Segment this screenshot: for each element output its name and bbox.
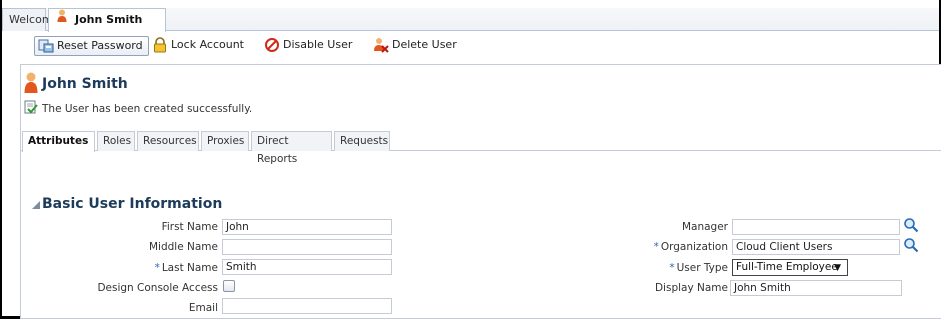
user-type-select[interactable]: Full-Time Employee ▼ [732,259,848,276]
success-message: The User has been created successfully. [42,103,253,115]
last-name-label-wrap: * Last Name [155,262,218,274]
tab-john-smith[interactable]: John Smith [48,8,166,32]
reset-password-label: Reset Password [57,39,143,52]
required-marker: * [653,241,659,253]
manager-label: Manager [681,221,728,233]
middle-name-field[interactable] [222,239,392,255]
tab-attributes[interactable]: Attributes [22,131,95,152]
section-title: Basic User Information [42,196,223,212]
last-name-label: Last Name [161,262,218,274]
lock-icon [152,37,168,53]
middle-name-label: Middle Name [149,241,218,253]
success-icon [24,100,38,117]
email-label: Email [188,302,218,314]
design-console-checkbox[interactable] [223,280,235,292]
display-name-field[interactable]: John Smith [730,280,902,296]
manager-search-icon[interactable] [903,217,919,233]
required-marker: * [154,262,160,274]
organization-search-icon[interactable] [903,237,919,253]
top-tab-strip: Welcome John Smith [2,8,939,32]
tab-proxies-label: Proxies [207,135,245,147]
delete-user-icon [373,37,389,53]
delete-user-label: Delete User [392,38,457,51]
lock-account-label: Lock Account [171,38,244,51]
first-name-label: First Name [161,221,218,233]
design-console-label: Design Console Access [97,282,218,294]
organization-field[interactable]: Cloud Client Users [732,239,900,255]
user-type-label: User Type [676,262,728,274]
tab-attributes-label: Attributes [28,135,89,147]
first-name-field[interactable]: John [222,219,392,235]
tab-welcome[interactable]: Welcome [2,8,59,31]
tab-john-smith-label: John Smith [75,13,143,26]
tab-direct-reports-label: Direct Reports [257,135,298,165]
tab-roles[interactable]: Roles [97,131,135,151]
user-type-label-wrap: * User Type [669,262,728,274]
email-field[interactable] [222,298,392,314]
tab-requests[interactable]: Requests [334,131,390,151]
disable-user-label: Disable User [283,38,353,51]
lock-account-button[interactable]: Lock Account [152,36,244,56]
required-marker: * [669,262,675,274]
tab-direct-reports[interactable]: Direct Reports [251,131,332,165]
organization-label: Organization [660,241,728,253]
last-name-field[interactable]: Smith [222,259,392,275]
tab-requests-label: Requests [340,135,389,147]
manager-field[interactable] [732,219,900,235]
tab-roles-label: Roles [103,135,132,147]
user-type-value: Full-Time Employee [736,261,838,273]
user-icon [57,9,67,31]
delete-user-button[interactable]: Delete User [373,36,457,56]
display-name-label: Display Name [654,282,728,294]
tab-resources-label: Resources [143,135,197,147]
reset-password-icon [38,38,54,54]
detail-tabs: Attributes Roles Resources Proxies Direc… [20,131,941,165]
reset-password-button[interactable]: Reset Password [34,36,149,56]
tab-proxies[interactable]: Proxies [201,131,249,151]
collapse-triangle-icon[interactable] [32,201,40,209]
disable-user-button[interactable]: Disable User [264,36,352,56]
organization-label-wrap: * Organization [654,241,728,253]
tab-resources[interactable]: Resources [137,131,199,151]
disable-icon [264,37,280,53]
chevron-down-icon: ▼ [834,263,841,273]
page-title: John Smith [42,76,128,92]
user-large-icon [24,72,38,97]
